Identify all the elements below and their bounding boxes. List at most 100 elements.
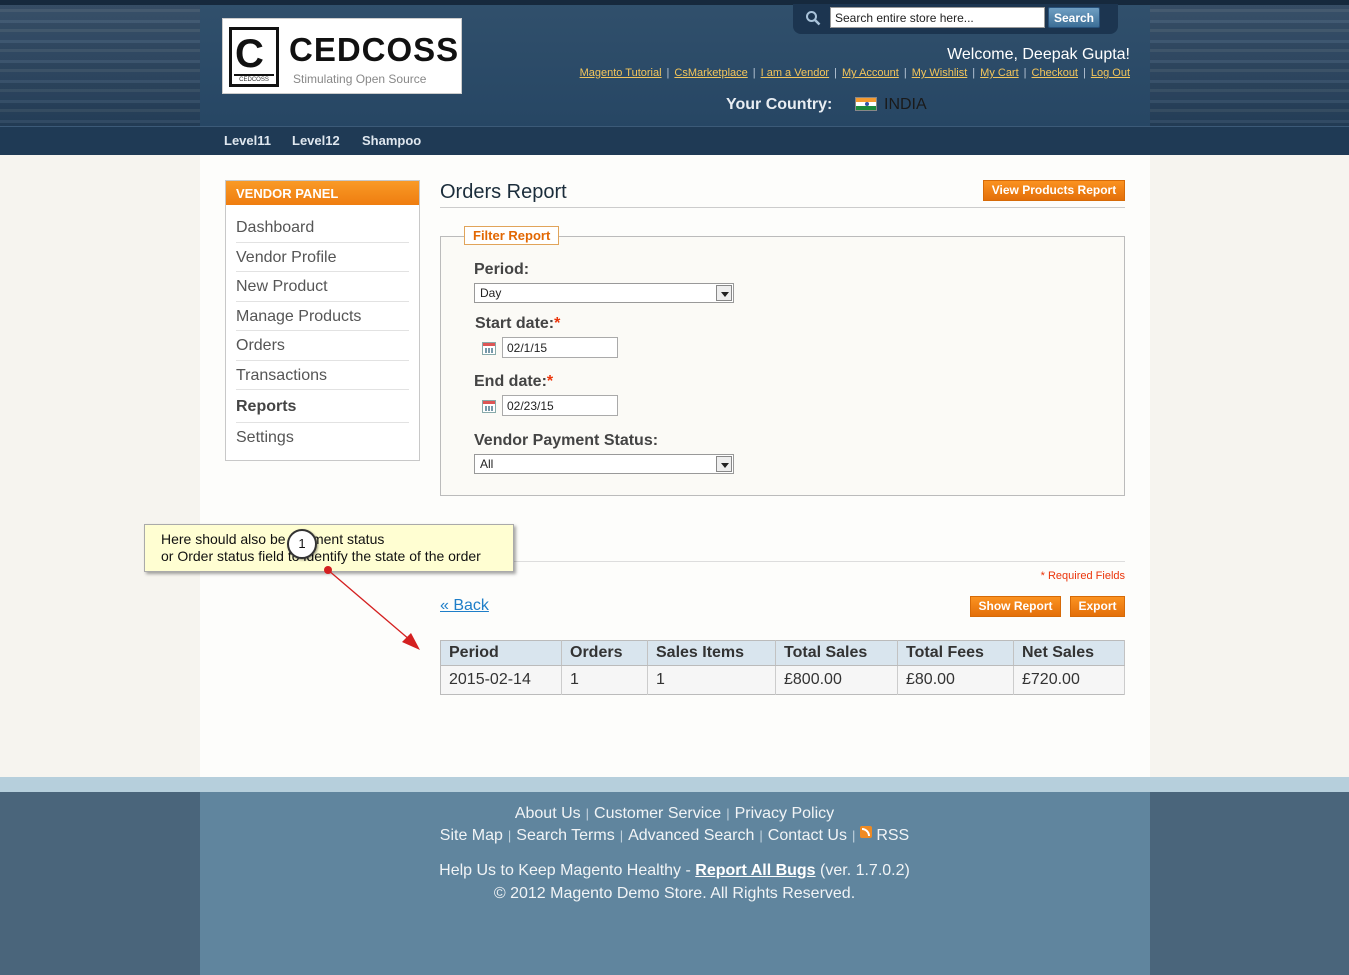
title-divider <box>440 207 1125 208</box>
top-links: Magento Tutorial | CsMarketplace | I am a Ve… <box>579 67 1130 79</box>
period-select[interactable]: Day <box>474 283 734 303</box>
link-my-wishlist[interactable]: My Wishlist <box>912 67 968 79</box>
footer-band <box>0 777 1349 792</box>
sidebar-item-settings[interactable]: Settings <box>236 423 409 453</box>
required-asterisk: * <box>554 315 561 332</box>
annotation-arrow <box>324 566 420 650</box>
table-header-row: Period Orders Sales Items Total Sales To… <box>440 640 1125 666</box>
nav-item-shampoo[interactable]: Shampoo <box>362 133 421 148</box>
footer-help-prefix: Help Us to Keep Magento Healthy - <box>439 862 696 879</box>
required-asterisk: * <box>546 373 554 390</box>
table-row: 2015-02-14 1 1 £800.00 £80.00 £720.00 <box>440 665 1125 695</box>
chevron-down-icon[interactable] <box>716 456 732 472</box>
vendor-payment-status-label: Vendor Payment Status: <box>474 432 659 449</box>
country-name[interactable]: INDIA <box>884 96 927 114</box>
sidebar-item-manage-products[interactable]: Manage Products <box>236 302 409 331</box>
column-header-sales-items[interactable]: Sales Items <box>647 640 776 666</box>
india-flag-icon[interactable] <box>855 97 877 111</box>
footer: About Us | Customer Service | Privacy Policy… <box>0 792 1349 975</box>
page-title: Orders Report <box>440 181 567 203</box>
column-header-total-sales[interactable]: Total Sales <box>775 640 898 666</box>
search-icon <box>806 11 821 26</box>
logo-mark-letter: C <box>235 32 264 76</box>
column-header-orders[interactable]: Orders <box>561 640 648 666</box>
orders-report-table: Period Orders Sales Items Total Sales To… <box>440 640 1125 695</box>
annotation-badge: 1 <box>287 529 317 559</box>
nav-item-level11[interactable]: Level11 <box>224 133 271 148</box>
footer-link-rss[interactable]: RSS <box>876 827 909 844</box>
cell-orders: 1 <box>561 665 648 695</box>
divider <box>440 561 1125 562</box>
column-header-net-sales[interactable]: Net Sales <box>1013 640 1125 666</box>
rss-icon[interactable] <box>860 826 873 838</box>
footer-help-version: (ver. 1.7.0.2) <box>815 862 910 879</box>
end-date-input[interactable] <box>502 395 618 416</box>
search-box: Search <box>793 4 1118 34</box>
report-all-bugs-link[interactable]: Report All Bugs <box>695 862 815 879</box>
cell-total-fees: £80.00 <box>897 665 1014 695</box>
export-button[interactable]: Export <box>1070 596 1125 617</box>
footer-links-row-2: Site Map | Search Terms | Advanced Search | Co… <box>439 826 910 844</box>
logo-tagline: Stimulating Open Source <box>293 72 427 86</box>
start-date-label-text: Start date: <box>475 315 555 332</box>
calendar-icon[interactable] <box>482 342 496 355</box>
start-date-label: Start date:* <box>475 315 560 333</box>
footer-link-privacy-policy[interactable]: Privacy Policy <box>735 805 835 822</box>
sidebar-item-transactions[interactable]: Transactions <box>236 361 409 390</box>
vendor-panel: VENDOR PANEL Dashboard Vendor Profile Ne… <box>225 180 420 461</box>
footer-link-site-map[interactable]: Site Map <box>440 827 503 844</box>
logo-name: CEDCOSS <box>289 31 460 68</box>
welcome-message: Welcome, Deepak Gupta! <box>947 46 1130 63</box>
period-select-value: Day <box>480 286 502 300</box>
footer-copyright: © 2012 Magento Demo Store. All Rights Re… <box>493 885 856 902</box>
footer-link-customer-service[interactable]: Customer Service <box>594 805 721 822</box>
link-csmarketplace[interactable]: CsMarketplace <box>674 67 747 79</box>
sidebar-item-reports[interactable]: Reports <box>236 390 409 423</box>
logo-mark: C CEDCOSS <box>229 27 279 87</box>
annotation-line-1: Here should also be payment status <box>161 531 385 547</box>
calendar-icon[interactable] <box>482 400 496 413</box>
nav-item-level12[interactable]: Level12 <box>292 133 340 148</box>
back-link[interactable]: « Back <box>440 597 489 615</box>
link-magento-tutorial[interactable]: Magento Tutorial <box>580 67 662 79</box>
sidebar-item-orders[interactable]: Orders <box>236 331 409 361</box>
footer-link-search-terms[interactable]: Search Terms <box>516 827 614 844</box>
vendor-panel-title: VENDOR PANEL <box>226 181 419 205</box>
link-checkout[interactable]: Checkout <box>1032 67 1078 79</box>
top-bar <box>0 0 1349 5</box>
chevron-down-icon[interactable] <box>716 285 732 301</box>
sidebar-item-new-product[interactable]: New Product <box>236 272 409 302</box>
cell-sales-items: 1 <box>647 665 776 695</box>
main-nav: Level11 Level12 Shampoo <box>0 126 1349 155</box>
logo-mark-small-text: CEDCOSS <box>234 74 274 83</box>
footer-help-line: Help Us to Keep Magento Healthy - Report… <box>0 862 1349 880</box>
link-i-am-a-vendor[interactable]: I am a Vendor <box>761 67 830 79</box>
search-input[interactable] <box>830 7 1045 28</box>
end-date-label-text: End date: <box>474 373 547 390</box>
sidebar-item-dashboard[interactable]: Dashboard <box>236 213 409 243</box>
show-report-button[interactable]: Show Report <box>970 596 1061 617</box>
link-my-account[interactable]: My Account <box>842 67 899 79</box>
logo[interactable]: C CEDCOSS CEDCOSS Stimulating Open Sourc… <box>222 18 462 94</box>
vendor-payment-status-select[interactable]: All <box>474 454 734 474</box>
sidebar-item-vendor-profile[interactable]: Vendor Profile <box>236 243 409 272</box>
filter-report-legend: Filter Report <box>464 226 560 245</box>
column-header-total-fees[interactable]: Total Fees <box>897 640 1014 666</box>
cell-period: 2015-02-14 <box>440 665 562 695</box>
view-products-report-button[interactable]: View Products Report <box>983 180 1125 201</box>
footer-link-advanced-search[interactable]: Advanced Search <box>628 827 754 844</box>
link-log-out[interactable]: Log Out <box>1091 67 1130 79</box>
start-date-input[interactable] <box>502 337 618 358</box>
cell-net-sales: £720.00 <box>1013 665 1125 695</box>
footer-link-about-us[interactable]: About Us <box>515 805 581 822</box>
cell-total-sales: £800.00 <box>775 665 898 695</box>
link-my-cart[interactable]: My Cart <box>980 67 1019 79</box>
footer-link-contact-us[interactable]: Contact Us <box>768 827 847 844</box>
column-header-period[interactable]: Period <box>440 640 562 666</box>
vendor-payment-status-value: All <box>480 457 494 471</box>
period-label: Period: <box>474 261 530 278</box>
footer-links-row-1: About Us | Customer Service | Privacy Policy <box>514 805 835 822</box>
required-fields-note: * Required Fields <box>1040 570 1125 582</box>
end-date-label: End date:* <box>474 373 553 391</box>
search-button[interactable]: Search <box>1048 7 1100 28</box>
